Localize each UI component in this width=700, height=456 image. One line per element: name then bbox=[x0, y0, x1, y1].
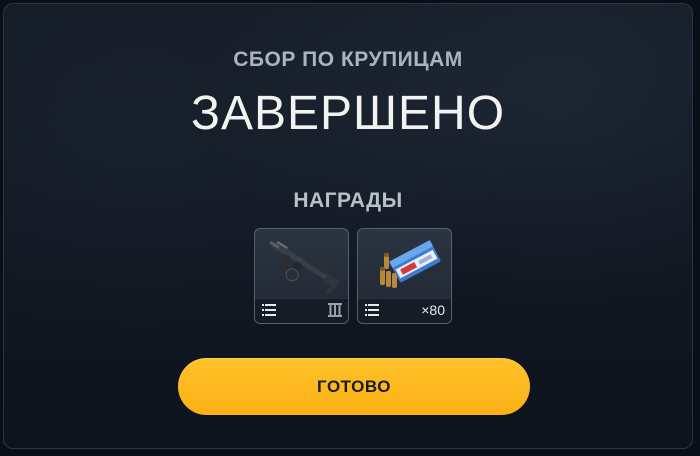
tier-iii-icon bbox=[328, 303, 342, 317]
stack-icon bbox=[262, 304, 276, 316]
reward-info-bar bbox=[255, 298, 348, 323]
reward-info-bar: ×80 bbox=[358, 298, 451, 323]
dialog-title: ЗАВЕРШЕНО bbox=[190, 87, 506, 140]
stack-icon bbox=[365, 304, 379, 316]
reward-card-rifle[interactable] bbox=[254, 228, 349, 324]
reward-dialog: СБОР ПО КРУПИЦАМ ЗАВЕРШЕНО НАГРАДЫ ×80 Г… bbox=[3, 3, 693, 449]
reward-quantity: ×80 bbox=[421, 302, 445, 318]
rewards-heading: НАГРАДЫ bbox=[293, 189, 403, 212]
done-button[interactable]: ГОТОВО bbox=[178, 358, 530, 415]
ammo-box-icon bbox=[380, 240, 441, 288]
reward-card-ammo[interactable]: ×80 bbox=[357, 228, 452, 324]
dialog-subtitle: СБОР ПО КРУПИЦАМ bbox=[233, 48, 463, 71]
rifle-icon bbox=[269, 240, 340, 295]
